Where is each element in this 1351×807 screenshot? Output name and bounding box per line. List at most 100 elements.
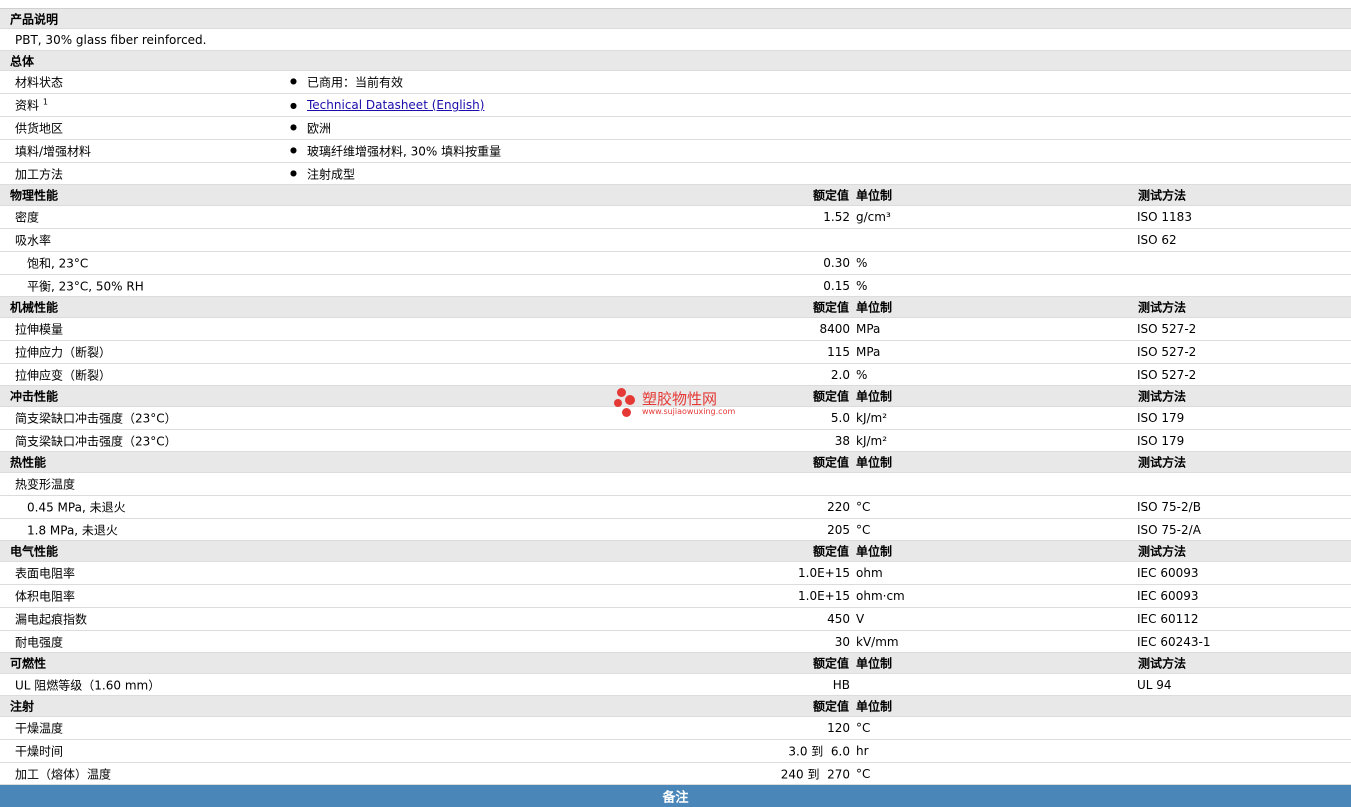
row-unit: °C — [856, 522, 871, 537]
row-unit: MPa — [856, 322, 881, 336]
row-value: 5.0 — [830, 411, 850, 425]
logo-dot-icon — [614, 399, 622, 407]
row-unit: MPa — [856, 345, 881, 359]
row-label: 加工方法 — [15, 167, 64, 181]
property-row: 耐电强度 30 kV/mm IEC 60243-1 — [0, 631, 1351, 653]
col-header-unit: 单位制 — [856, 544, 893, 559]
row-label: 1.8 MPa, 未退火 — [27, 523, 118, 537]
row-test: IEC 60243-1 — [1137, 634, 1211, 649]
logo-dot-icon — [622, 408, 631, 417]
section-header-flammability: 可燃性 额定值 单位制 测试方法 — [0, 653, 1351, 674]
row-label: 拉伸应变（断裂） — [15, 368, 112, 382]
property-row: 0.45 MPa, 未退火 220 °C ISO 75-2/B — [0, 496, 1351, 519]
row-value: 1.0E+15 — [798, 566, 850, 580]
row-value: 205 — [827, 522, 850, 537]
row-unit: ohm·cm — [856, 589, 905, 603]
logo-dot-icon — [625, 395, 635, 405]
row-value: 2.0 — [830, 367, 850, 382]
section-title: 机械性能 — [10, 300, 59, 315]
property-row: 密度 1.52 g/cm³ ISO 1183 — [0, 206, 1351, 229]
row-unit: % — [856, 278, 868, 293]
watermark-url: www.sujiaowuxing.com — [642, 407, 736, 416]
watermark-title: 塑胶物性网 — [642, 390, 718, 408]
property-row: 吸水率 ISO 62 — [0, 229, 1351, 252]
row-test: IEC 60093 — [1137, 589, 1199, 603]
property-row: 拉伸应变（断裂） 2.0 % ISO 527-2 — [0, 364, 1351, 386]
notes-title: 备注 — [662, 790, 689, 806]
row-label: 吸水率 — [15, 233, 52, 248]
section-header-mechanical: 机械性能 额定值 单位制 测试方法 — [0, 297, 1351, 318]
general-row: 材料状态 已商用：当前有效 — [0, 71, 1351, 94]
section-title: 电气性能 — [10, 544, 59, 559]
row-label: 拉伸模量 — [15, 322, 64, 337]
col-header-unit: 单位制 — [856, 389, 893, 404]
row-label: UL 阻燃等级（1.60 mm） — [15, 678, 161, 692]
row-test: ISO 527-2 — [1137, 367, 1197, 382]
section-header-injection: 注射 额定值 单位制 — [0, 696, 1351, 717]
row-test: UL 94 — [1137, 677, 1172, 692]
bullet-item: 注射成型 — [290, 165, 355, 182]
property-row: 干燥温度 120 °C — [0, 717, 1351, 740]
row-value: 0.15 — [823, 278, 850, 293]
property-row: 拉伸应力（断裂） 115 MPa ISO 527-2 — [0, 341, 1351, 364]
row-label: 填料/增强材料 — [15, 144, 92, 159]
col-header-value: 额定值 — [812, 389, 849, 404]
row-value: 120 — [827, 721, 850, 735]
row-label: 0.45 MPa, 未退火 — [27, 500, 126, 515]
row-value: 0.30 — [823, 256, 850, 270]
general-row: 加工方法 注射成型 — [0, 163, 1351, 185]
bullet-item: 玻璃纤维增强材料, 30% 填料按重量 — [290, 143, 501, 160]
row-unit: hr — [856, 744, 869, 758]
row-label: 密度 — [15, 210, 40, 225]
section-title: 物理性能 — [10, 188, 59, 203]
col-header-unit: 单位制 — [856, 699, 893, 714]
row-test: ISO 179 — [1137, 411, 1185, 425]
row-label: 加工（熔体）温度 — [15, 767, 112, 781]
datasheet: 产品说明 PBT, 30% glass fiber reinforced. 总体… — [0, 0, 1351, 807]
section-title: 注射 — [10, 699, 35, 714]
col-header-test: 测试方法 — [1138, 300, 1187, 315]
col-header-value: 额定值 — [812, 656, 849, 671]
col-header-value: 额定值 — [812, 188, 849, 203]
row-label: 简支梁缺口冲击强度（23°C） — [15, 434, 177, 448]
row-label: 材料状态 — [15, 75, 64, 90]
logo-dot-icon — [617, 388, 626, 397]
row-test: ISO 75-2/A — [1137, 522, 1201, 537]
general-row: 供货地区 欧洲 — [0, 117, 1351, 140]
bullet-item: 已商用：当前有效 — [290, 74, 403, 91]
watermark-logo: 塑胶物性网 www.sujiaowuxing.com — [612, 386, 752, 422]
property-row: 拉伸模量 8400 MPa ISO 527-2 — [0, 318, 1351, 341]
row-unit: °C — [856, 766, 871, 781]
section-title: 总体 — [10, 54, 35, 68]
row-unit: V — [856, 612, 865, 626]
section-header-electrical: 电气性能 额定值 单位制 测试方法 — [0, 541, 1351, 562]
section-title: 热性能 — [10, 455, 47, 470]
technical-datasheet-link[interactable]: Technical Datasheet (English) — [307, 98, 484, 112]
row-value: 450 — [827, 612, 850, 626]
row-value: 240 到 270 — [780, 767, 850, 781]
row-value: 38 — [834, 433, 850, 448]
general-row: 资料 1 Technical Datasheet (English) — [0, 94, 1351, 117]
row-value: 注射成型 — [307, 167, 356, 181]
row-value: 220 — [827, 500, 850, 514]
property-row: 干燥时间 3.0 到 6.0 hr — [0, 740, 1351, 763]
section-title: 产品说明 — [10, 12, 59, 26]
col-header-value: 额定值 — [812, 455, 849, 470]
row-label: 耐电强度 — [15, 635, 64, 649]
section-header-description: 产品说明 — [0, 9, 1351, 29]
col-header-unit: 单位制 — [856, 656, 893, 671]
row-unit: kJ/m² — [856, 411, 888, 425]
row-value: 115 — [827, 345, 850, 359]
row-label: 干燥温度 — [15, 721, 64, 736]
bullet-item: Technical Datasheet (English) — [290, 98, 484, 112]
row-test: ISO 179 — [1137, 433, 1185, 448]
col-header-test: 测试方法 — [1138, 455, 1187, 470]
property-row: 体积电阻率 1.0E+15 ohm·cm IEC 60093 — [0, 585, 1351, 608]
col-header-test: 测试方法 — [1138, 389, 1187, 404]
property-row: 1.8 MPa, 未退火 205 °C ISO 75-2/A — [0, 519, 1351, 541]
general-row: 填料/增强材料 玻璃纤维增强材料, 30% 填料按重量 — [0, 140, 1351, 163]
row-unit: kJ/m² — [856, 433, 888, 448]
row-value: 玻璃纤维增强材料, 30% 填料按重量 — [307, 144, 502, 159]
row-unit: % — [856, 367, 868, 382]
row-unit: °C — [856, 721, 871, 735]
